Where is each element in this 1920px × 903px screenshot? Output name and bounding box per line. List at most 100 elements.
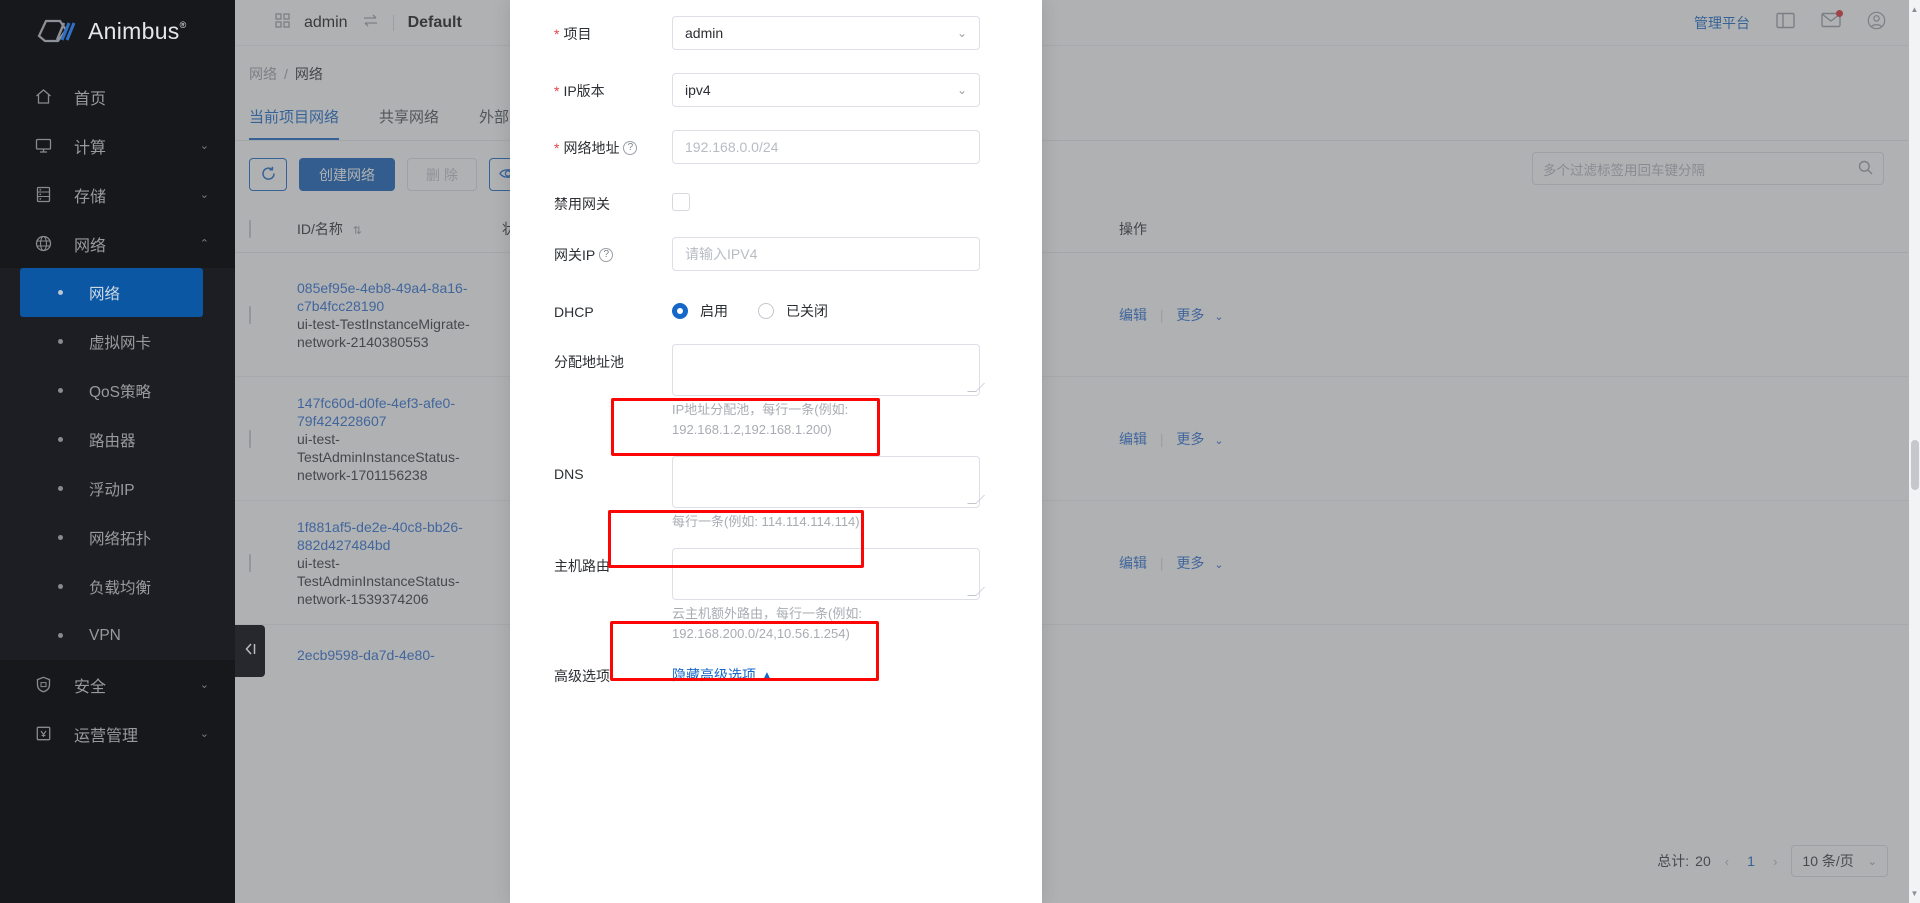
- chevron-up-icon: ⌃: [199, 238, 209, 250]
- ip-version-select-value: ipv4: [685, 82, 711, 98]
- project-select[interactable]: admin ⌄: [672, 16, 980, 50]
- control-project: admin ⌄: [672, 16, 1002, 50]
- sidebar-item-security[interactable]: 安全 ⌄: [0, 660, 235, 709]
- help-icon[interactable]: ?: [599, 248, 614, 262]
- sidebar-sublabel-loadbalancer: 负载均衡: [89, 579, 152, 597]
- network-address-input[interactable]: 192.168.0.0/24: [672, 130, 980, 164]
- bullet-icon: [58, 633, 63, 638]
- brand-name: Animbus®: [88, 17, 187, 44]
- sidebar-label-storage: 存储: [74, 188, 107, 206]
- label-allocation-pool: 分配地址池: [554, 344, 672, 372]
- dhcp-radio-disabled[interactable]: [758, 303, 774, 319]
- sidebar-subitem-network[interactable]: 网络: [20, 268, 203, 317]
- scroll-up-arrow[interactable]: ▲: [1910, 5, 1919, 14]
- dhcp-radio-group: 启用 已关闭: [672, 294, 1002, 321]
- allocation-pool-textarea[interactable]: [672, 344, 980, 396]
- gateway-ip-placeholder: 请输入IPV4: [685, 246, 758, 262]
- monitor-icon: [32, 136, 54, 155]
- sidebar-sublabel-vnic: 虚拟网卡: [89, 334, 152, 352]
- brand-logo[interactable]: Animbus®: [0, 0, 235, 62]
- control-allocation-pool: IP地址分配池，每行一条(例如: 192.168.1.2,192.168.1.2…: [672, 344, 1002, 440]
- dhcp-label-enabled[interactable]: 启用: [700, 301, 728, 321]
- sidebar-sublabel-vpn: VPN: [89, 626, 121, 644]
- toggle-advanced-options-link[interactable]: 隐藏高级选项 ▲: [672, 658, 772, 685]
- dns-textarea[interactable]: [672, 456, 980, 508]
- gateway-ip-input[interactable]: 请输入IPV4: [672, 237, 980, 271]
- collapse-icon: [242, 641, 258, 662]
- sidebar-sublabel-router: 路由器: [89, 432, 136, 450]
- control-host-routes: 云主机额外路由，每行一条(例如: 192.168.200.0/24,10.56.…: [672, 548, 1002, 644]
- required-star: *: [554, 26, 560, 42]
- project-select-value: admin: [685, 25, 724, 41]
- form-row-project: * 项目 admin ⌄: [510, 16, 1042, 50]
- sidebar-subitem-loadbalancer[interactable]: 负载均衡: [0, 562, 235, 611]
- form-row-network-address: * 网络地址 ? 192.168.0.0/24: [510, 130, 1042, 164]
- control-dns: 每行一条(例如: 114.114.114.114): [672, 456, 1002, 532]
- sidebar-item-operations[interactable]: 运营管理 ⌄: [0, 709, 235, 758]
- allocation-pool-hint: IP地址分配池，每行一条(例如: 192.168.1.2,192.168.1.2…: [672, 402, 849, 437]
- dns-hint: 每行一条(例如: 114.114.114.114): [672, 514, 860, 529]
- label-ip-version: * IP版本: [554, 73, 672, 101]
- chevron-down-icon: ⌄: [199, 679, 209, 691]
- dhcp-radio-enabled[interactable]: [672, 303, 688, 319]
- globe-icon: [32, 234, 54, 253]
- bullet-icon: [58, 535, 63, 540]
- sidebar-subitem-vpn[interactable]: VPN: [0, 611, 235, 660]
- sidebar-subitem-router[interactable]: 路由器: [0, 415, 235, 464]
- scroll-down-arrow[interactable]: ▼: [1910, 889, 1919, 898]
- label-text-ip-version: IP版本: [563, 83, 605, 99]
- label-network-address: * 网络地址 ?: [554, 130, 672, 158]
- modal-overlay[interactable]: [235, 0, 1920, 903]
- help-icon[interactable]: ?: [623, 141, 638, 155]
- disable-gateway-checkbox[interactable]: [672, 193, 690, 211]
- sidebar-subitem-topology[interactable]: 网络拓扑: [0, 513, 235, 562]
- label-text-allocation-pool: 分配地址池: [554, 354, 624, 370]
- sidebar-item-home[interactable]: 首页: [0, 72, 235, 121]
- scrollbar-thumb[interactable]: [1911, 440, 1919, 490]
- control-dhcp: 启用 已关闭: [672, 294, 1002, 321]
- label-text-dhcp: DHCP: [554, 304, 594, 320]
- sidebar-subitem-floatingip[interactable]: 浮动IP: [0, 464, 235, 513]
- required-star: *: [554, 83, 560, 99]
- sidebar-collapse-handle[interactable]: [235, 625, 265, 677]
- host-routes-textarea[interactable]: [672, 548, 980, 600]
- bullet-icon: [58, 290, 63, 295]
- chevron-down-icon: ⌄: [199, 189, 209, 201]
- ops-icon: [32, 724, 54, 743]
- sidebar-nav: 首页 计算 ⌄ 存储 ⌄ 网络 ⌃ 网络 虚拟网卡 QoS策略 路由器 浮动IP…: [0, 72, 235, 758]
- sidebar: Animbus® 首页 计算 ⌄ 存储 ⌄ 网络 ⌃ 网络 虚拟网卡 QoS策略…: [0, 0, 235, 903]
- dhcp-label-disabled[interactable]: 已关闭: [786, 301, 828, 321]
- form-row-dns: DNS 每行一条(例如: 114.114.114.114): [510, 456, 1042, 532]
- label-text-disable-gateway: 禁用网关: [554, 196, 610, 212]
- chevron-up-icon: ▲: [762, 669, 772, 681]
- sidebar-subitem-qos[interactable]: QoS策略: [0, 366, 235, 415]
- label-dns: DNS: [554, 456, 672, 484]
- chevron-down-icon: ⌄: [199, 140, 209, 152]
- label-text-network-address: 网络地址: [563, 140, 620, 156]
- sidebar-label-compute: 计算: [74, 139, 107, 157]
- advanced-link-label: 隐藏高级选项: [672, 667, 756, 683]
- chevron-down-icon: ⌄: [199, 728, 209, 740]
- sidebar-label-security: 安全: [74, 678, 107, 696]
- form-row-dhcp: DHCP 启用 已关闭: [510, 294, 1042, 322]
- label-disable-gateway: 禁用网关: [554, 186, 672, 214]
- sidebar-label-home: 首页: [74, 90, 107, 108]
- control-gateway-ip: 请输入IPV4: [672, 237, 1002, 271]
- form-row-disable-gateway: 禁用网关: [510, 186, 1042, 214]
- label-text-advanced: 高级选项: [554, 668, 610, 684]
- control-ip-version: ipv4 ⌄: [672, 73, 1002, 107]
- label-text-project: 项目: [563, 26, 592, 42]
- label-project: * 项目: [554, 16, 672, 44]
- ip-version-select[interactable]: ipv4 ⌄: [672, 73, 980, 107]
- sidebar-subitem-vnic[interactable]: 虚拟网卡: [0, 317, 235, 366]
- sidebar-item-network[interactable]: 网络 ⌃: [0, 219, 235, 268]
- sidebar-sublabel-qos: QoS策略: [89, 383, 152, 401]
- form-row-host-routes: 主机路由 云主机额外路由，每行一条(例如: 192.168.200.0/24,1…: [510, 548, 1042, 644]
- bullet-icon: [58, 486, 63, 491]
- label-text-host-routes: 主机路由: [554, 558, 610, 574]
- form-row-allocation-pool: 分配地址池 IP地址分配池，每行一条(例如: 192.168.1.2,192.1…: [510, 344, 1042, 440]
- sidebar-item-storage[interactable]: 存储 ⌄: [0, 170, 235, 219]
- storage-icon: [32, 185, 54, 204]
- sidebar-item-compute[interactable]: 计算 ⌄: [0, 121, 235, 170]
- sidebar-label-network: 网络: [74, 237, 107, 255]
